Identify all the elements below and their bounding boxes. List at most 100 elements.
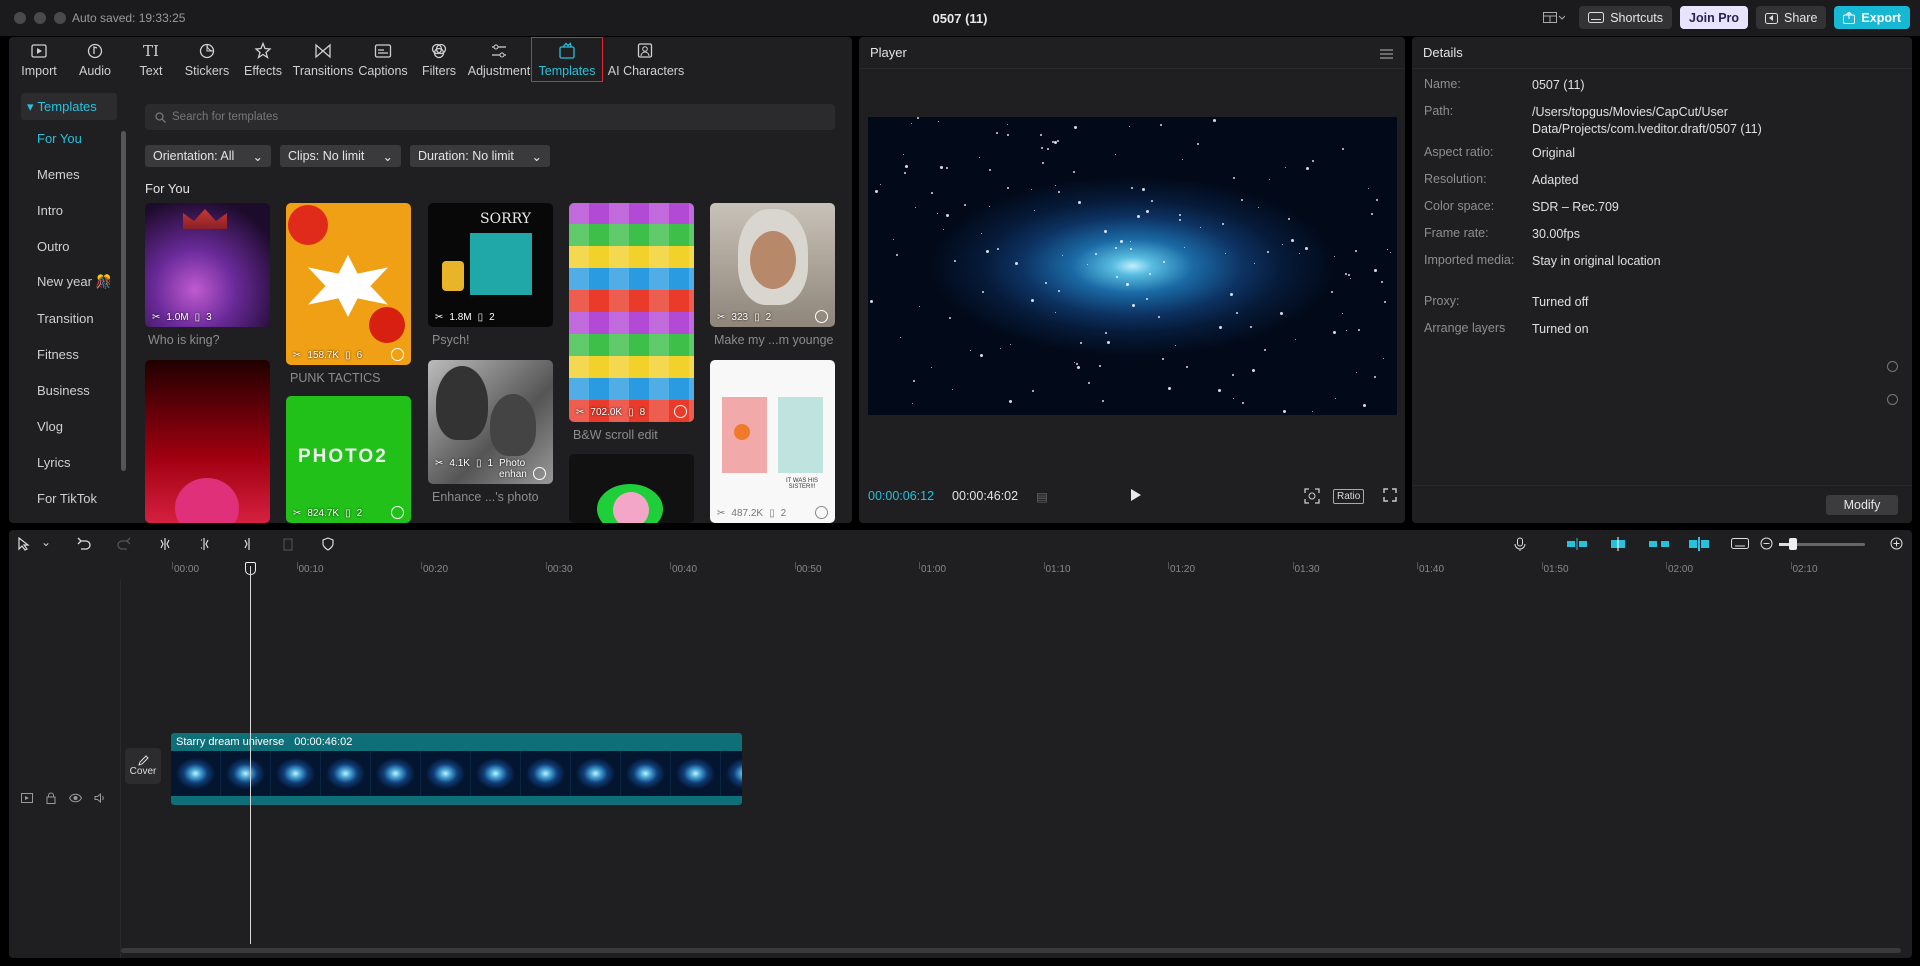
- split-right-icon[interactable]: [240, 537, 254, 551]
- time-ruler[interactable]: 00:00 00:10 00:20 00:30 00:40 00:50 01:00 01:10…: [172, 562, 1912, 578]
- sidebar-item-intro[interactable]: Intro: [9, 192, 127, 228]
- speaker-icon[interactable]: [94, 793, 106, 803]
- linkage-icon[interactable]: [1649, 537, 1669, 551]
- templates-category-header[interactable]: ▾ Templates: [21, 93, 117, 120]
- sidebar-item-transition[interactable]: Transition: [9, 300, 127, 336]
- sidebar-item-memes[interactable]: Memes: [9, 156, 127, 192]
- zoom-in-icon[interactable]: [1890, 537, 1903, 550]
- ratio-button[interactable]: Ratio: [1333, 489, 1365, 504]
- window-controls[interactable]: [14, 12, 66, 24]
- download-icon[interactable]: [533, 467, 546, 480]
- star: [946, 166, 949, 169]
- sidebar-item-fitness[interactable]: Fitness: [9, 336, 127, 372]
- star: [1335, 397, 1337, 399]
- download-icon[interactable]: [674, 405, 687, 418]
- play-icon[interactable]: [1127, 487, 1143, 503]
- zoom-slider[interactable]: [1779, 538, 1865, 550]
- tool-stickers[interactable]: Stickers: [179, 37, 235, 82]
- zoom-window-button[interactable]: [54, 12, 66, 24]
- cover-button[interactable]: Cover: [125, 748, 161, 784]
- sidebar-item-for-you[interactable]: For You: [9, 120, 127, 156]
- orientation-filter[interactable]: Orientation: All ⌄: [145, 145, 271, 167]
- join-pro-button[interactable]: Join Pro: [1680, 6, 1749, 29]
- clip-duration: 00:00:46:02: [294, 736, 353, 748]
- detail-row: Frame rate: 30.00fps: [1424, 226, 1862, 243]
- template-card[interactable]: PHOTO2 ✂ 824.7K ▯ 2: [286, 396, 411, 523]
- tool-templates[interactable]: Templates: [531, 37, 603, 82]
- sidebar-item-outro[interactable]: Outro: [9, 228, 127, 264]
- zoom-out-icon[interactable]: [1760, 537, 1773, 550]
- layout-icon[interactable]: [1537, 6, 1571, 29]
- tool-filters[interactable]: Filters: [411, 37, 467, 82]
- clips-filter[interactable]: Clips: No limit ⌄: [280, 145, 401, 167]
- tool-audio[interactable]: Audio: [67, 37, 123, 82]
- sidebar-item-new-year[interactable]: New year 🎊: [9, 264, 127, 300]
- tool-effects[interactable]: Effects: [235, 37, 291, 82]
- timeline-scrollbar[interactable]: [121, 948, 1901, 953]
- template-card[interactable]: ✂ 4.1K ▯ 1 Photo enhan: [428, 360, 553, 484]
- star: [1380, 281, 1383, 284]
- duration-filter[interactable]: Duration: No limit ⌄: [410, 145, 550, 167]
- template-card[interactable]: [145, 360, 270, 523]
- tool-captions[interactable]: Captions: [355, 37, 411, 82]
- tool-text[interactable]: TI Text: [123, 37, 179, 82]
- help-icon[interactable]: [1887, 361, 1898, 372]
- captions-track-icon[interactable]: [1731, 537, 1749, 551]
- zoom-slider-handle[interactable]: [1789, 538, 1797, 550]
- star: [1158, 315, 1160, 318]
- playhead[interactable]: [250, 566, 251, 944]
- template-card[interactable]: SORRY ✂ 1.8M ▯ 2: [428, 203, 553, 327]
- preview-axis-icon[interactable]: [1689, 537, 1709, 551]
- select-cursor-icon[interactable]: [17, 537, 31, 551]
- ruler-tick: [1168, 562, 1169, 569]
- split-icon[interactable]: [158, 537, 172, 551]
- download-icon[interactable]: [391, 506, 404, 519]
- timeline-grid-icon[interactable]: ▤: [1036, 489, 1048, 504]
- export-button[interactable]: Export: [1834, 6, 1910, 29]
- sidebar-scrollbar[interactable]: [121, 131, 126, 471]
- microphone-icon[interactable]: [1514, 537, 1526, 552]
- template-card[interactable]: IT WAS HIS SISTER!!! ✂ 487.2K ▯ 2: [710, 360, 835, 523]
- chevron-down-icon[interactable]: ⌄: [41, 535, 51, 549]
- download-icon[interactable]: [815, 310, 828, 323]
- video-clip[interactable]: Starry dream universe 00:00:46:02: [171, 733, 742, 805]
- template-card[interactable]: ✂ 323 ▯ 2: [710, 203, 835, 327]
- undo-icon[interactable]: [77, 537, 91, 551]
- template-card[interactable]: ✂ 1.0M ▯ 3: [145, 203, 270, 327]
- main-track-magnet-icon[interactable]: [1567, 537, 1587, 551]
- tool-adjustment[interactable]: Adjustment: [467, 37, 531, 82]
- fullscreen-icon[interactable]: [1383, 488, 1397, 502]
- star: [1057, 191, 1060, 194]
- sidebar-item-lyrics[interactable]: Lyrics: [9, 444, 127, 480]
- modify-button[interactable]: Modify: [1826, 495, 1898, 515]
- download-icon[interactable]: [815, 506, 828, 519]
- tool-import[interactable]: Import: [11, 37, 67, 82]
- sidebar-item-vlog[interactable]: Vlog: [9, 408, 127, 444]
- zoom-fit-icon[interactable]: [1304, 488, 1320, 504]
- star: [1044, 281, 1047, 284]
- shortcuts-button[interactable]: Shortcuts: [1579, 6, 1673, 29]
- download-icon[interactable]: [391, 348, 404, 361]
- help-icon[interactable]: [1887, 394, 1898, 405]
- minimize-window-button[interactable]: [34, 12, 46, 24]
- crown-icon: [183, 209, 227, 229]
- timeline-panel: ⌄ 00:00 00:10 00:20 00:30 00:40 00:50 01:00 01:…: [9, 530, 1912, 958]
- video-preview[interactable]: [868, 117, 1397, 415]
- template-card[interactable]: [569, 454, 694, 523]
- sidebar-item-business[interactable]: Business: [9, 372, 127, 408]
- template-card[interactable]: ✂ 702.0K ▯ 8: [569, 203, 694, 422]
- share-button[interactable]: Share: [1756, 6, 1827, 29]
- tool-transitions[interactable]: Transitions: [291, 37, 355, 82]
- lock-icon[interactable]: [46, 792, 56, 804]
- close-window-button[interactable]: [14, 12, 26, 24]
- tool-ai-characters[interactable]: AI Characters: [603, 37, 689, 82]
- split-left-icon[interactable]: [199, 537, 213, 551]
- template-card[interactable]: ✂ 158.7K ▯ 6: [286, 203, 411, 365]
- shield-icon[interactable]: [321, 537, 335, 551]
- eye-icon[interactable]: [69, 793, 82, 803]
- menu-icon[interactable]: [1380, 49, 1393, 59]
- template-search-input[interactable]: Search for templates: [145, 104, 835, 130]
- ruler-label: 02:00: [1668, 564, 1694, 575]
- auto-snap-icon[interactable]: [1608, 537, 1628, 551]
- sidebar-item-for-tiktok[interactable]: For TikTok: [9, 480, 127, 516]
